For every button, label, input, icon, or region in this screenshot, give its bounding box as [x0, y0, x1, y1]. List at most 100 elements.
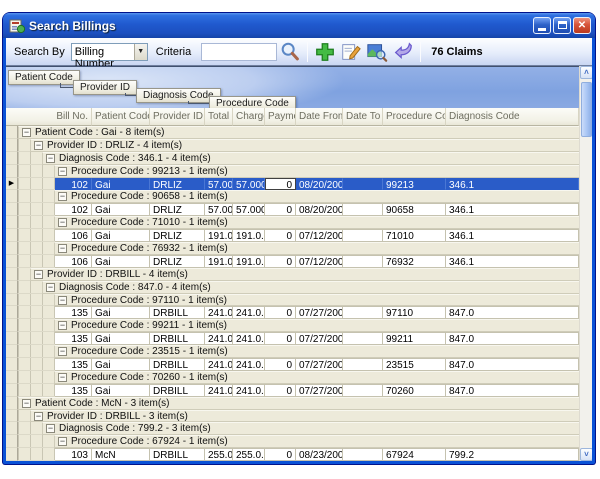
collapse-icon[interactable]: −: [58, 192, 67, 201]
collapse-icon[interactable]: −: [46, 424, 55, 433]
cell-patient[interactable]: Gai: [92, 178, 150, 191]
cell-date_to[interactable]: [343, 255, 383, 268]
criteria-input[interactable]: [201, 43, 277, 61]
group-row[interactable]: −Procedure Code : 97110 - 1 item(s): [6, 294, 583, 307]
group-row[interactable]: −Diagnosis Code : 346.1 - 4 item(s): [6, 152, 583, 165]
cell-provider[interactable]: DRBILL: [150, 332, 205, 345]
cell-date_to[interactable]: [343, 332, 383, 345]
cell-bill_no[interactable]: 106: [55, 229, 92, 242]
cell-patient[interactable]: Gai: [92, 332, 150, 345]
column-header-payment[interactable]: Payme...: [265, 108, 296, 126]
column-header-procedure[interactable]: Procedure Code: [383, 108, 446, 126]
cell-procedure[interactable]: 76932: [383, 255, 446, 268]
data-row[interactable]: 135GaiDRBILL241.0...241.0...007/27/20047…: [6, 384, 583, 397]
data-row[interactable]: 102GaiDRLIZ57.00...57.0000008/20/2004906…: [6, 203, 583, 216]
cell-total[interactable]: 241.0...: [205, 384, 233, 397]
cell-procedure[interactable]: 67924: [383, 448, 446, 461]
cell-diagnosis[interactable]: 346.1: [446, 178, 579, 191]
cell-charges[interactable]: 241.0...: [233, 332, 265, 345]
group-row[interactable]: −Patient Code : McN - 3 item(s): [6, 397, 583, 410]
cell-provider[interactable]: DRLIZ: [150, 203, 205, 216]
cell-procedure[interactable]: 99213: [383, 178, 446, 191]
cell-date_to[interactable]: [343, 306, 383, 319]
cell-total[interactable]: 241.0...: [205, 332, 233, 345]
cell-date_from[interactable]: 07/12/2004: [296, 229, 343, 242]
vertical-scrollbar[interactable]: ˄ ˅: [579, 66, 592, 461]
cell-date_from[interactable]: 08/20/2004: [296, 203, 343, 216]
cell-date_to[interactable]: [343, 448, 383, 461]
cell-payment[interactable]: 0: [265, 229, 296, 242]
cell-total[interactable]: 191.0...: [205, 255, 233, 268]
collapse-icon[interactable]: −: [58, 373, 67, 382]
cell-date_from[interactable]: 07/27/2004: [296, 306, 343, 319]
cell-patient[interactable]: Gai: [92, 229, 150, 242]
close-button[interactable]: ✕: [573, 17, 591, 34]
cell-bill_no[interactable]: 135: [55, 384, 92, 397]
cell-payment[interactable]: 0: [265, 332, 296, 345]
preview-icon[interactable]: [365, 40, 389, 64]
group-row[interactable]: −Procedure Code : 70260 - 1 item(s): [6, 371, 583, 384]
cell-charges[interactable]: 57.0000: [233, 203, 265, 216]
cell-payment[interactable]: 0: [265, 358, 296, 371]
cell-procedure[interactable]: 99211: [383, 332, 446, 345]
group-row[interactable]: −Provider ID : DRBILL - 4 item(s): [6, 268, 583, 281]
cell-diagnosis[interactable]: 346.1: [446, 203, 579, 216]
cell-provider[interactable]: DRLIZ: [150, 229, 205, 242]
cell-bill_no[interactable]: 102: [55, 203, 92, 216]
collapse-icon[interactable]: −: [58, 244, 67, 253]
column-header-diagnosis[interactable]: Diagnosis Code: [446, 108, 579, 126]
cell-date_from[interactable]: 07/12/2004: [296, 255, 343, 268]
cell-date_from[interactable]: 07/27/2004: [296, 358, 343, 371]
cell-patient[interactable]: Gai: [92, 255, 150, 268]
chevron-down-icon[interactable]: ▼: [134, 44, 147, 60]
cell-total[interactable]: 57.00...: [205, 178, 233, 191]
cell-date_to[interactable]: [343, 358, 383, 371]
cell-total[interactable]: 241.0...: [205, 358, 233, 371]
collapse-icon[interactable]: −: [58, 437, 67, 446]
cell-provider[interactable]: DRLIZ: [150, 255, 205, 268]
group-row[interactable]: −Procedure Code : 99213 - 1 item(s): [6, 165, 583, 178]
column-header-bill_no[interactable]: Bill No.: [6, 108, 92, 126]
cell-bill_no[interactable]: 135: [55, 306, 92, 319]
cell-patient[interactable]: Gai: [92, 384, 150, 397]
column-header-charges[interactable]: Charges: [233, 108, 265, 126]
cell-patient[interactable]: Gai: [92, 306, 150, 319]
cell-total[interactable]: 255.0...: [205, 448, 233, 461]
group-row[interactable]: −Procedure Code : 71010 - 1 item(s): [6, 216, 583, 229]
cell-charges[interactable]: 255.0...: [233, 448, 265, 461]
collapse-icon[interactable]: −: [58, 321, 67, 330]
cell-bill_no[interactable]: 135: [55, 358, 92, 371]
titlebar[interactable]: Search Billings ✕: [3, 13, 595, 38]
cell-diagnosis[interactable]: 346.1: [446, 255, 579, 268]
data-row[interactable]: 135GaiDRBILL241.0...241.0...007/27/20049…: [6, 306, 583, 319]
cell-bill_no[interactable]: 102: [55, 178, 92, 191]
cell-payment[interactable]: 0: [265, 255, 296, 268]
cell-procedure[interactable]: 97110: [383, 306, 446, 319]
collapse-icon[interactable]: −: [34, 141, 43, 150]
cell-diagnosis[interactable]: 847.0: [446, 384, 579, 397]
add-icon[interactable]: [313, 40, 337, 64]
cell-date_from[interactable]: 08/20/2004: [296, 178, 343, 191]
cell-total[interactable]: 57.00...: [205, 203, 233, 216]
cell-procedure[interactable]: 71010: [383, 229, 446, 242]
cell-date_from[interactable]: 07/27/2004: [296, 384, 343, 397]
column-header-date_to[interactable]: Date To: [343, 108, 383, 126]
cell-bill_no[interactable]: 103: [55, 448, 92, 461]
cell-procedure[interactable]: 90658: [383, 203, 446, 216]
data-row[interactable]: ▶102GaiDRLIZ57.00...57.0000008/20/200499…: [6, 178, 583, 191]
scrollbar-thumb[interactable]: [581, 82, 592, 137]
group-by-band[interactable]: Patient CodeProvider IDDiagnosis CodePro…: [6, 66, 583, 108]
cell-charges[interactable]: 57.0000: [233, 178, 265, 191]
cell-bill_no[interactable]: 135: [55, 332, 92, 345]
cell-patient[interactable]: Gai: [92, 203, 150, 216]
cell-provider[interactable]: DRLIZ: [150, 178, 205, 191]
cell-payment[interactable]: 0: [265, 384, 296, 397]
search-by-dropdown[interactable]: Billing Number ▼: [71, 43, 148, 61]
search-icon[interactable]: [278, 40, 302, 64]
cell-date_from[interactable]: 07/27/2004: [296, 332, 343, 345]
group-row[interactable]: −Diagnosis Code : 847.0 - 4 item(s): [6, 281, 583, 294]
cell-provider[interactable]: DRBILL: [150, 358, 205, 371]
scrollbar-up-button[interactable]: ˄: [580, 66, 592, 79]
group-row[interactable]: −Procedure Code : 67924 - 1 item(s): [6, 435, 583, 448]
collapse-icon[interactable]: −: [22, 399, 31, 408]
